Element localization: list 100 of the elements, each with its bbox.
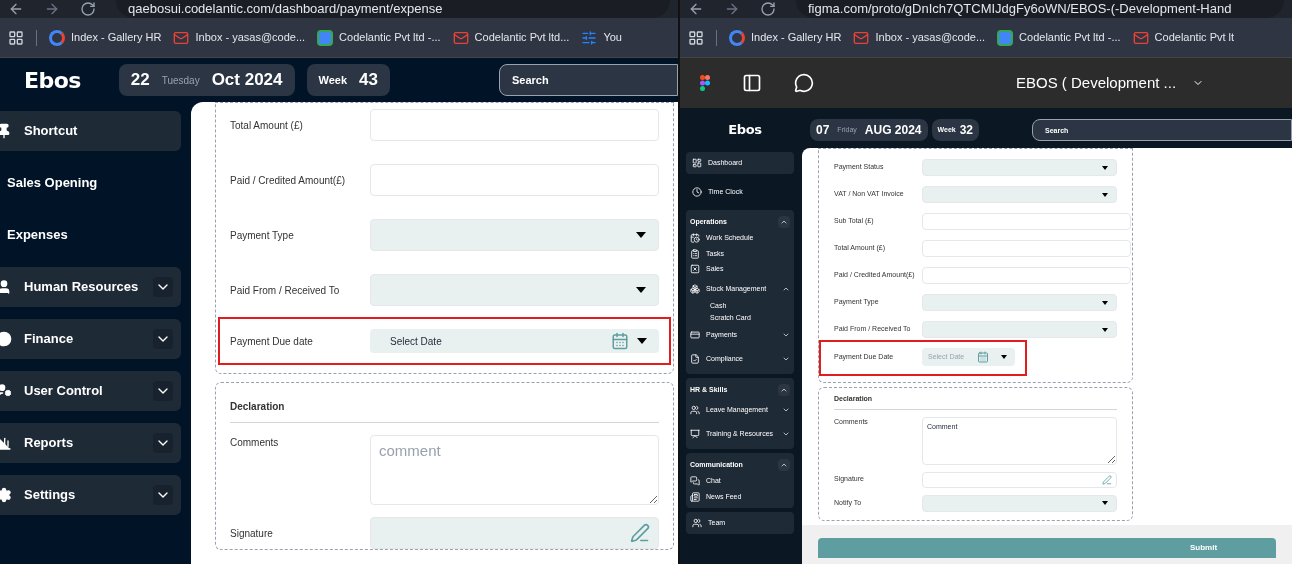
apps-icon[interactable] <box>688 29 704 46</box>
address-bar[interactable]: qaebosui.codelantic.com/dashboard/payment/expense <box>116 0 670 18</box>
caret-icon <box>636 232 646 238</box>
mail-icon <box>452 29 469 46</box>
chat-icon <box>690 476 700 487</box>
sidebar-item[interactable]: Reports <box>0 423 181 463</box>
caret-icon <box>1001 355 1007 359</box>
forward-icon[interactable] <box>44 1 60 17</box>
news-icon <box>690 491 700 502</box>
back-icon[interactable] <box>688 1 704 17</box>
file-title[interactable]: EBOS ( Development ... <box>1016 71 1177 95</box>
signature-field[interactable] <box>922 471 1117 488</box>
app-logo: Ebos <box>728 121 762 140</box>
square-icon <box>690 264 700 275</box>
user-icon <box>0 279 12 295</box>
date-weekday: Tuesday <box>161 73 200 88</box>
address-bar[interactable]: figma.com/proto/gDnIch7QTCMIJdgFy6oWN/EBOS-(-Development-Hand <box>796 0 1284 18</box>
text-field[interactable] <box>922 240 1131 257</box>
sidebar-item[interactable]: Shortcut <box>0 111 181 151</box>
select-field[interactable] <box>370 219 659 251</box>
sidebar-item[interactable]: Sales Opening <box>0 163 191 203</box>
comment-icon[interactable] <box>794 73 814 93</box>
bookmark[interactable]: You <box>581 29 622 46</box>
pin-icon <box>0 123 12 139</box>
figma-logo-icon[interactable] <box>700 75 710 91</box>
date-month-year: AUG 2024 <box>864 122 922 139</box>
pen-icon <box>1102 474 1112 485</box>
field-label: Paid / Credited Amount(£) <box>230 173 347 188</box>
sidebar-item[interactable]: Settings <box>0 475 181 515</box>
dashboard-icon <box>692 158 702 168</box>
select-field[interactable] <box>922 294 1117 311</box>
bookmark[interactable]: Codelantic Pvt lt <box>1132 29 1235 46</box>
bookmark[interactable]: Codelantic Pvt ltd -... <box>997 29 1121 46</box>
bookmark[interactable]: Index - Gallery HR <box>729 29 842 46</box>
card-icon <box>690 330 700 341</box>
back-icon[interactable] <box>8 1 24 17</box>
week-number: 43 <box>359 69 378 92</box>
field-label: Total Amount (£) <box>230 118 304 133</box>
date-month-year: Oct 2024 <box>211 69 283 92</box>
mail-icon <box>1132 29 1149 46</box>
caret-icon <box>1102 501 1108 505</box>
clock-icon <box>692 187 702 197</box>
signature-field[interactable] <box>370 517 659 549</box>
apps-icon[interactable] <box>8 29 24 46</box>
select-field[interactable] <box>922 321 1117 338</box>
section-title: Declaration <box>230 399 659 423</box>
select-field[interactable] <box>370 274 659 306</box>
sidebar-item[interactable]: Expenses <box>0 215 191 255</box>
caret-icon <box>1102 300 1108 305</box>
app-logo: Ebos <box>23 66 81 95</box>
expand-toggle[interactable] <box>153 485 173 505</box>
expand-toggle[interactable] <box>153 329 173 349</box>
users-icon <box>690 405 700 416</box>
text-field[interactable] <box>922 213 1131 230</box>
text-field[interactable] <box>370 164 659 196</box>
boxes-icon <box>690 283 700 294</box>
sidebar-toggle-icon[interactable] <box>742 73 762 93</box>
sidebar-item[interactable]: User Control <box>0 371 181 411</box>
mail-icon <box>173 29 190 46</box>
caret-icon <box>637 338 647 344</box>
select-field[interactable] <box>922 186 1117 203</box>
caret-icon <box>1102 327 1108 332</box>
document-icon <box>690 353 700 364</box>
text-field[interactable] <box>922 267 1131 284</box>
field-label: Signature <box>230 526 274 541</box>
field-label: Payment Due date <box>230 334 314 349</box>
date-picker[interactable]: Select Date <box>370 329 659 353</box>
chevron-up-icon[interactable] <box>780 386 788 394</box>
caret-icon <box>1102 165 1108 170</box>
select-field[interactable] <box>922 494 1117 512</box>
expand-toggle[interactable] <box>153 381 173 401</box>
week-number: 32 <box>959 122 974 139</box>
text-field[interactable] <box>370 109 659 141</box>
sidebar-item[interactable]: Human Resources <box>0 267 181 307</box>
select-field[interactable] <box>922 159 1117 176</box>
chevron-up-icon[interactable] <box>780 461 788 469</box>
sidebar-item[interactable]: Finance <box>0 319 181 359</box>
bookmark[interactable]: Inbox - yasas@code... <box>173 29 306 46</box>
bookmark[interactable]: Codelantic Pvt ltd... <box>452 29 570 46</box>
search-field[interactable]: Search <box>499 64 678 96</box>
date-day: 07 <box>816 121 830 139</box>
field-label: Payment Type <box>230 228 295 243</box>
expand-toggle[interactable] <box>153 277 173 297</box>
week-label: Week <box>318 72 348 88</box>
bookmark[interactable]: Index - Gallery HR <box>49 29 162 46</box>
bookmark[interactable]: Inbox - yasas@code... <box>853 29 986 46</box>
clipboard-icon <box>690 248 700 259</box>
date-day: 22 <box>130 67 150 93</box>
mail-icon <box>853 29 870 46</box>
users-icon <box>692 518 702 528</box>
expand-toggle[interactable] <box>153 433 173 453</box>
forward-icon[interactable] <box>724 1 740 17</box>
caret-icon <box>636 287 646 293</box>
field-label: Paid From / Received To <box>230 283 341 298</box>
reload-icon[interactable] <box>80 1 96 17</box>
reload-icon[interactable] <box>760 1 776 17</box>
field-label: Comments <box>230 436 280 450</box>
comment-field[interactable]: comment <box>370 435 659 505</box>
chevron-up-icon[interactable] <box>780 218 788 226</box>
bookmark[interactable]: Codelantic Pvt ltd -... <box>317 29 441 46</box>
